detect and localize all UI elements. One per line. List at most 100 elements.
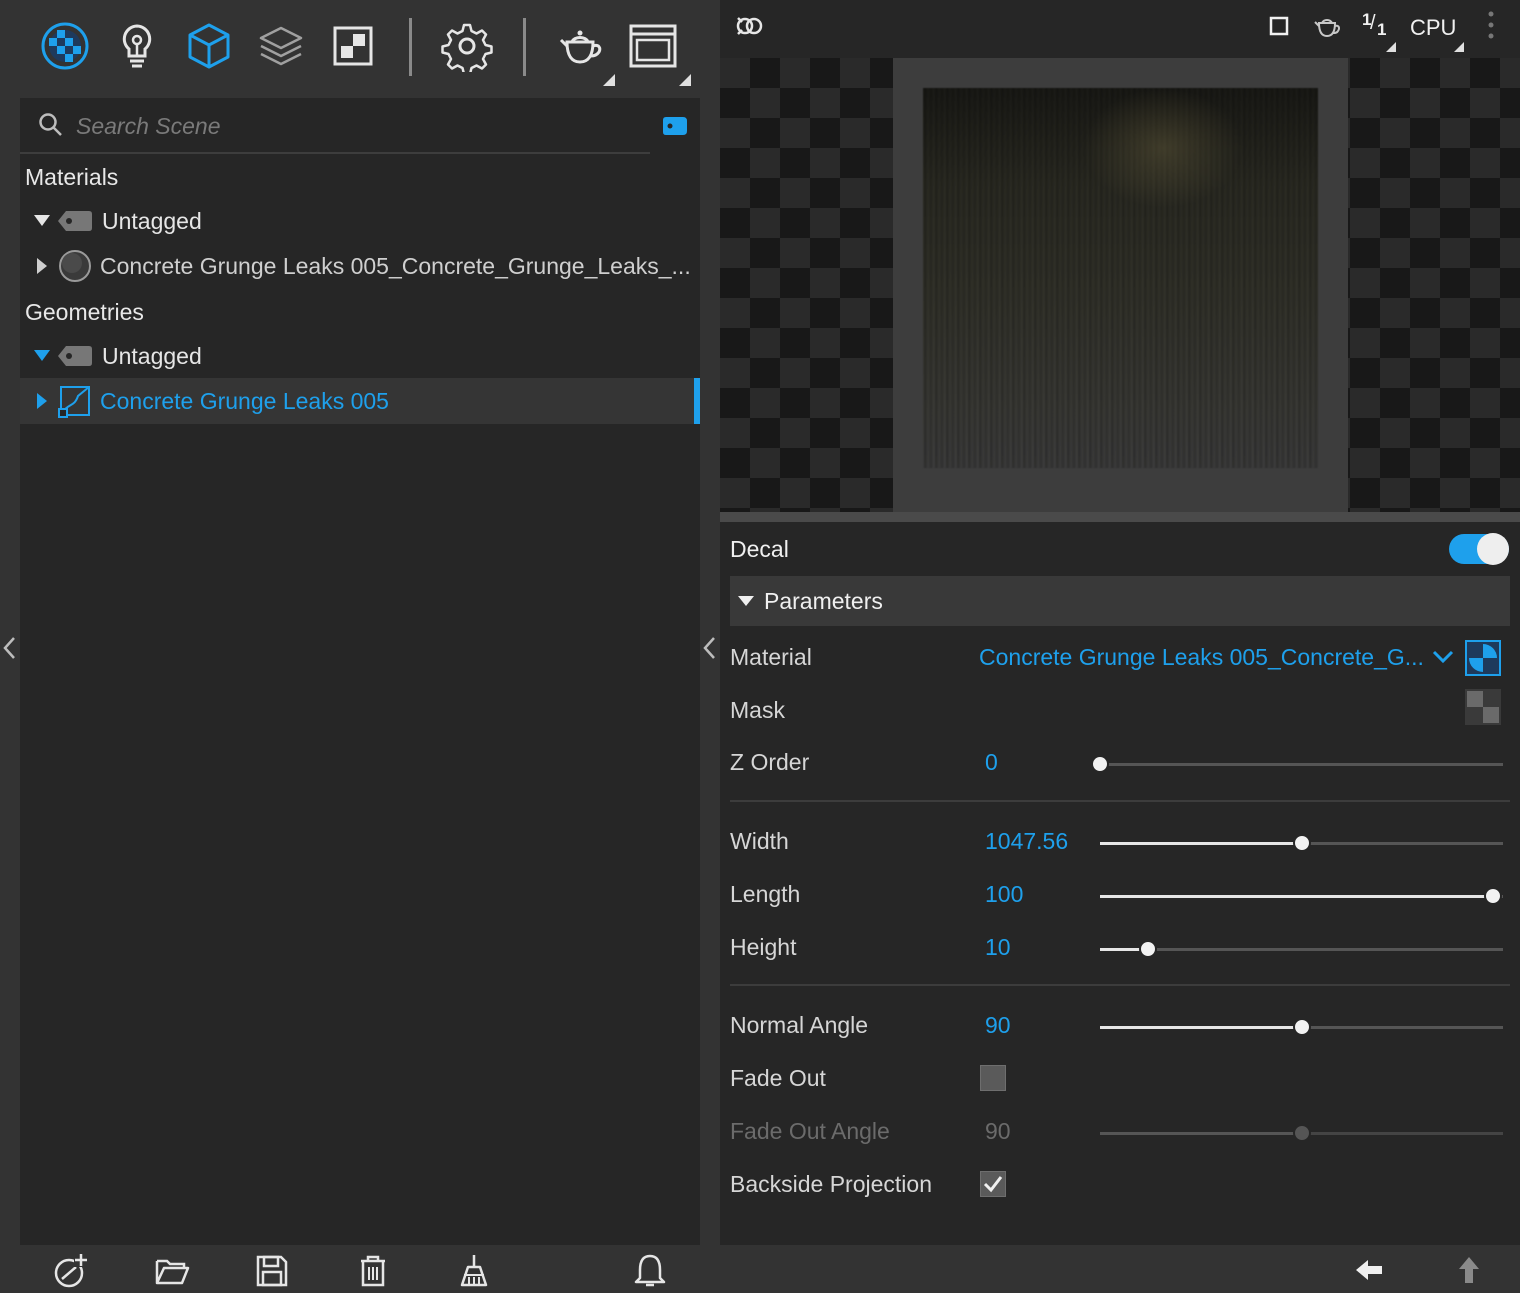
- properties-panel: 1 / 1 CPU Decal Parameters Material Conc…: [720, 0, 1520, 1293]
- preview-divider[interactable]: [720, 512, 1520, 522]
- separator: [730, 984, 1510, 986]
- separator: [730, 800, 1510, 802]
- group-label: Untagged: [102, 207, 202, 234]
- width-slider[interactable]: [1100, 834, 1503, 852]
- slider-thumb[interactable]: [1293, 1018, 1311, 1036]
- collapse-left-icon[interactable]: [0, 630, 20, 666]
- backside-projection-checkbox[interactable]: [980, 1171, 1006, 1197]
- slider-fill: [1100, 895, 1493, 898]
- materials-group-untagged[interactable]: Untagged: [20, 198, 700, 244]
- decal-properties: Decal Parameters Material Concrete Grung…: [720, 522, 1520, 1245]
- trash-icon: [361, 1255, 385, 1287]
- z-order-row: Z Order 0: [730, 739, 1510, 789]
- decal-enable-toggle[interactable]: [1449, 533, 1509, 565]
- ratio-denominator: 1: [1377, 20, 1387, 39]
- clean-up-button[interactable]: [454, 1251, 494, 1291]
- height-slider[interactable]: [1100, 940, 1503, 958]
- arrow-up-icon[interactable]: [1454, 1255, 1484, 1285]
- texture-button[interactable]: [325, 18, 381, 74]
- length-row: Length 100: [730, 871, 1510, 921]
- properties-bottom-toolbar: [720, 1245, 1520, 1293]
- slider-fill: [1100, 1132, 1302, 1135]
- window-icon: [629, 24, 677, 68]
- slider-thumb: [1293, 1124, 1311, 1142]
- geometries-section-title: Geometries: [25, 299, 144, 325]
- layers-button[interactable]: [253, 18, 309, 74]
- scene-panel: Materials Untagged Concrete Grunge Leaks…: [0, 0, 700, 1293]
- fade-out-row: Fade Out: [730, 1055, 1510, 1105]
- material-label: Material: [730, 644, 812, 670]
- scene-bottom-toolbar: [0, 1245, 700, 1293]
- ratio-button[interactable]: 1 / 1: [1362, 10, 1390, 40]
- more-menu-icon[interactable]: [1486, 10, 1496, 40]
- group-label: Untagged: [102, 342, 202, 369]
- normal-angle-label: Normal Angle: [730, 1012, 869, 1038]
- toolbar-separator: [523, 18, 526, 76]
- teapot-dropdown-indicator: [603, 74, 615, 86]
- z-order-slider[interactable]: [1091, 755, 1503, 773]
- material-select[interactable]: Concrete Grunge Leaks 005_Concrete_G...: [979, 644, 1424, 671]
- light-button[interactable]: [109, 18, 165, 74]
- scene-icon: [41, 22, 89, 70]
- teapot-button[interactable]: [553, 18, 615, 86]
- settings-button[interactable]: [439, 18, 495, 74]
- tag-filter-icon[interactable]: [663, 117, 687, 135]
- height-value[interactable]: 10: [985, 934, 1011, 961]
- material-thumbnail-icon[interactable]: [1465, 640, 1501, 676]
- z-order-label: Z Order: [730, 749, 810, 775]
- open-folder-button[interactable]: [152, 1251, 192, 1291]
- collapse-arrow-icon[interactable]: [28, 342, 56, 370]
- fade-out-angle-label: Fade Out Angle: [730, 1118, 890, 1144]
- geometry-item[interactable]: Concrete Grunge Leaks 005: [20, 378, 700, 424]
- square-shape-icon[interactable]: [1268, 15, 1290, 37]
- ratio-slash: /: [1370, 12, 1376, 34]
- save-button[interactable]: [252, 1251, 292, 1291]
- collapse-arrow-icon: [738, 596, 754, 606]
- materials-section-title: Materials: [25, 164, 119, 190]
- settings-icon: [441, 23, 493, 72]
- geometries-group-untagged[interactable]: Untagged: [20, 333, 700, 379]
- length-slider[interactable]: [1100, 887, 1503, 905]
- z-order-value[interactable]: 0: [985, 749, 998, 776]
- slider-thumb[interactable]: [1484, 887, 1502, 905]
- normal-angle-value[interactable]: 90: [985, 1012, 1011, 1039]
- window-button[interactable]: [625, 18, 691, 86]
- parameters-group-header[interactable]: Parameters: [730, 576, 1510, 626]
- geometry-button[interactable]: [181, 18, 237, 74]
- length-value[interactable]: 100: [985, 881, 1023, 908]
- slider-thumb[interactable]: [1293, 834, 1311, 852]
- folder-open-icon: [155, 1259, 190, 1285]
- mask-row: Mask: [730, 687, 1510, 737]
- slider-thumb[interactable]: [1091, 755, 1109, 773]
- slider-thumb[interactable]: [1139, 940, 1157, 958]
- width-value[interactable]: 1047.56: [985, 828, 1068, 855]
- fade-out-checkbox[interactable]: [980, 1065, 1006, 1091]
- link-icon[interactable]: [734, 12, 764, 40]
- renderer-label[interactable]: CPU: [1410, 15, 1456, 41]
- preview-plane: [893, 58, 1348, 512]
- material-sphere-icon: [59, 250, 91, 282]
- notifications-button[interactable]: [630, 1251, 670, 1291]
- material-item[interactable]: Concrete Grunge Leaks 005_Concrete_Grung…: [20, 243, 700, 289]
- width-label: Width: [730, 828, 789, 854]
- add-material-button[interactable]: [50, 1251, 90, 1291]
- tag-icon: [58, 211, 92, 231]
- normal-angle-slider[interactable]: [1100, 1018, 1503, 1036]
- delete-button[interactable]: [353, 1251, 393, 1291]
- collapse-arrow-icon[interactable]: [28, 207, 56, 235]
- backside-projection-label: Backside Projection: [730, 1171, 932, 1197]
- search-input[interactable]: [76, 110, 616, 142]
- toolbar-separator: [409, 18, 412, 76]
- expand-arrow-icon[interactable]: [28, 387, 56, 415]
- backside-projection-row: Backside Projection: [730, 1161, 1510, 1211]
- window-dropdown-indicator: [679, 74, 691, 86]
- mask-texture-icon[interactable]: [1465, 689, 1501, 725]
- chevron-down-icon[interactable]: [1432, 650, 1454, 664]
- scene-button[interactable]: [37, 18, 93, 74]
- expand-arrow-icon[interactable]: [28, 252, 56, 280]
- material-preview[interactable]: [720, 58, 1520, 512]
- collapse-middle-icon[interactable]: [700, 630, 720, 666]
- mask-label: Mask: [730, 697, 785, 723]
- arrow-left-icon[interactable]: [1354, 1255, 1384, 1285]
- teapot-preview-icon[interactable]: [1312, 12, 1344, 40]
